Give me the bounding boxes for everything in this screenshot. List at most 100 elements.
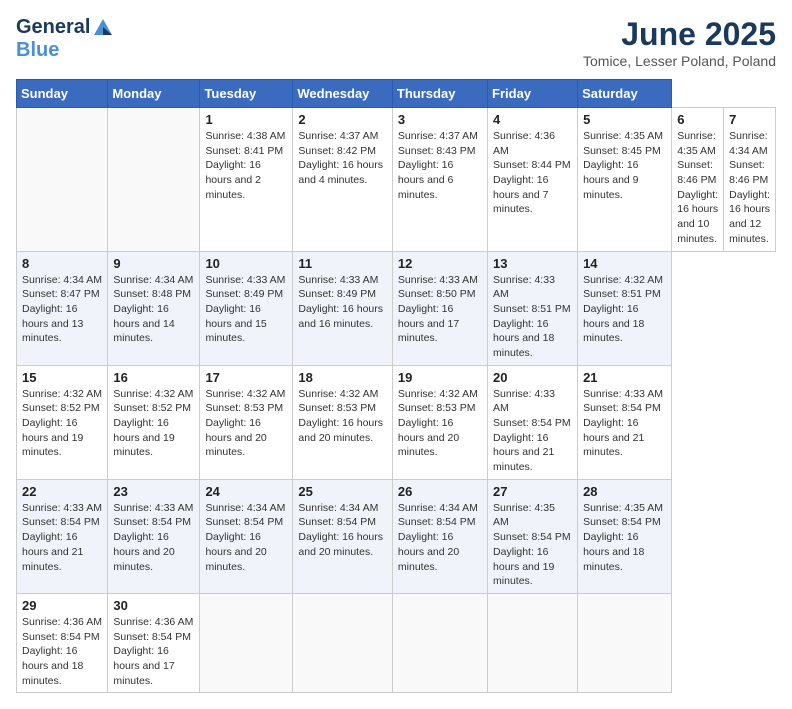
calendar-cell: 13Sunrise: 4:33 AMSunset: 8:51 PMDayligh…	[488, 251, 578, 365]
calendar-cell: 1Sunrise: 4:38 AMSunset: 8:41 PMDaylight…	[200, 108, 293, 252]
calendar-cell: 15Sunrise: 4:32 AMSunset: 8:52 PMDayligh…	[17, 365, 108, 479]
day-info: Sunrise: 4:33 AMSunset: 8:51 PMDaylight:…	[493, 273, 572, 361]
calendar-cell: 19 Sunrise: 4:32 AMSunset: 8:53 PMDayligh…	[392, 365, 487, 479]
calendar-cell: 20 Sunrise: 4:33 AMSunset: 8:54 PMDayligh…	[488, 365, 578, 479]
day-number: 14	[583, 256, 666, 271]
calendar-cell-empty	[17, 108, 108, 252]
logo-text: General Blue	[16, 16, 114, 61]
day-number: 4	[493, 112, 572, 127]
day-info: Sunrise: 4:32 AMSunset: 8:51 PMDaylight:…	[583, 273, 666, 346]
day-number: 2	[298, 112, 387, 127]
day-info: Sunrise: 4:36 AMSunset: 8:54 PMDaylight:…	[113, 615, 194, 688]
day-info: Sunrise: 4:33 AMSunset: 8:54 PMDaylight:…	[113, 501, 194, 574]
day-number: 23	[113, 484, 194, 499]
day-info: Sunrise: 4:32 AMSunset: 8:52 PMDaylight:…	[113, 387, 194, 460]
calendar-cell: 4 Sunrise: 4:36 AMSunset: 8:44 PMDaylight…	[488, 108, 578, 252]
calendar-cell: 11 Sunrise: 4:33 AMSunset: 8:49 PMDayligh…	[293, 251, 393, 365]
calendar-week-row: 22 Sunrise: 4:33 AMSunset: 8:54 PMDayligh…	[17, 479, 776, 593]
day-number: 12	[398, 256, 482, 271]
calendar-cell: 12 Sunrise: 4:33 AMSunset: 8:50 PMDayligh…	[392, 251, 487, 365]
calendar-cell: 7 Sunrise: 4:34 AMSunset: 8:46 PMDaylight…	[724, 108, 776, 252]
day-info: Sunrise: 4:33 AMSunset: 8:49 PMDaylight:…	[205, 273, 287, 346]
calendar-cell	[108, 108, 200, 252]
calendar-cell: 23 Sunrise: 4:33 AMSunset: 8:54 PMDayligh…	[108, 479, 200, 593]
weekday-header: Monday	[108, 80, 200, 108]
day-info: Sunrise: 4:32 AMSunset: 8:53 PMDaylight:…	[398, 387, 482, 460]
day-info: Sunrise: 4:36 AMSunset: 8:54 PMDaylight:…	[22, 615, 102, 688]
day-number: 6	[677, 112, 718, 127]
day-number: 11	[298, 256, 387, 271]
day-info: Sunrise: 4:33 AMSunset: 8:50 PMDaylight:…	[398, 273, 482, 346]
title-block: June 2025 Tomice, Lesser Poland, Poland	[583, 16, 776, 69]
weekday-header: Saturday	[578, 80, 672, 108]
calendar-cell: 26Sunrise: 4:34 AMSunset: 8:54 PMDayligh…	[392, 479, 487, 593]
day-number: 5	[583, 112, 666, 127]
day-info: Sunrise: 4:33 AMSunset: 8:54 PMDaylight:…	[22, 501, 102, 574]
day-number: 10	[205, 256, 287, 271]
day-number: 18	[298, 370, 387, 385]
calendar-cell: 10 Sunrise: 4:33 AMSunset: 8:49 PMDayligh…	[200, 251, 293, 365]
day-info: Sunrise: 4:35 AMSunset: 8:54 PMDaylight:…	[583, 501, 666, 574]
day-number: 3	[398, 112, 482, 127]
day-number: 30	[113, 598, 194, 613]
weekday-header: Wednesday	[293, 80, 393, 108]
day-info: Sunrise: 4:34 AMSunset: 8:54 PMDaylight:…	[398, 501, 482, 574]
calendar-cell: 29Sunrise: 4:36 AMSunset: 8:54 PMDayligh…	[17, 593, 108, 692]
calendar-week-row: 29Sunrise: 4:36 AMSunset: 8:54 PMDayligh…	[17, 593, 776, 692]
day-number: 25	[298, 484, 387, 499]
calendar-cell: 21 Sunrise: 4:33 AMSunset: 8:54 PMDayligh…	[578, 365, 672, 479]
day-number: 20	[493, 370, 572, 385]
day-info: Sunrise: 4:34 AMSunset: 8:47 PMDaylight:…	[22, 273, 102, 346]
calendar-cell: 18 Sunrise: 4:32 AMSunset: 8:53 PMDayligh…	[293, 365, 393, 479]
day-info: Sunrise: 4:34 AMSunset: 8:54 PMDaylight:…	[298, 501, 387, 560]
calendar-cell: 16 Sunrise: 4:32 AMSunset: 8:52 PMDayligh…	[108, 365, 200, 479]
day-number: 9	[113, 256, 194, 271]
day-number: 16	[113, 370, 194, 385]
calendar-cell	[392, 593, 487, 692]
calendar-cell: 17Sunrise: 4:32 AMSunset: 8:53 PMDayligh…	[200, 365, 293, 479]
calendar-table: SundayMondayTuesdayWednesdayThursdayFrid…	[16, 79, 776, 693]
page-header: General Blue June 2025 Tomice, Lesser Po…	[16, 16, 776, 69]
day-number: 27	[493, 484, 572, 499]
day-info: Sunrise: 4:35 AMSunset: 8:45 PMDaylight:…	[583, 129, 666, 202]
day-info: Sunrise: 4:32 AMSunset: 8:53 PMDaylight:…	[205, 387, 287, 460]
day-number: 7	[729, 112, 770, 127]
calendar-cell	[578, 593, 672, 692]
weekday-header: Sunday	[17, 80, 108, 108]
day-info: Sunrise: 4:34 AMSunset: 8:54 PMDaylight:…	[205, 501, 287, 574]
calendar-cell: 9 Sunrise: 4:34 AMSunset: 8:48 PMDaylight…	[108, 251, 200, 365]
day-info: Sunrise: 4:37 AMSunset: 8:43 PMDaylight:…	[398, 129, 482, 202]
weekday-header: Tuesday	[200, 80, 293, 108]
day-info: Sunrise: 4:34 AMSunset: 8:48 PMDaylight:…	[113, 273, 194, 346]
day-info: Sunrise: 4:34 AMSunset: 8:46 PMDaylight:…	[729, 129, 770, 247]
day-number: 22	[22, 484, 102, 499]
calendar-cell: 6 Sunrise: 4:35 AMSunset: 8:46 PMDaylight…	[672, 108, 724, 252]
day-info: Sunrise: 4:37 AMSunset: 8:42 PMDaylight:…	[298, 129, 387, 188]
calendar-cell: 30 Sunrise: 4:36 AMSunset: 8:54 PMDayligh…	[108, 593, 200, 692]
calendar-cell: 22 Sunrise: 4:33 AMSunset: 8:54 PMDayligh…	[17, 479, 108, 593]
day-number: 1	[205, 112, 287, 127]
day-info: Sunrise: 4:32 AMSunset: 8:52 PMDaylight:…	[22, 387, 102, 460]
day-number: 28	[583, 484, 666, 499]
day-info: Sunrise: 4:35 AMSunset: 8:46 PMDaylight:…	[677, 129, 718, 247]
location-title: Tomice, Lesser Poland, Poland	[583, 53, 776, 69]
day-info: Sunrise: 4:33 AMSunset: 8:54 PMDaylight:…	[493, 387, 572, 475]
day-info: Sunrise: 4:33 AMSunset: 8:49 PMDaylight:…	[298, 273, 387, 332]
day-number: 21	[583, 370, 666, 385]
calendar-week-row: 15Sunrise: 4:32 AMSunset: 8:52 PMDayligh…	[17, 365, 776, 479]
calendar-cell	[200, 593, 293, 692]
weekday-header: Thursday	[392, 80, 487, 108]
calendar-cell: 3 Sunrise: 4:37 AMSunset: 8:43 PMDaylight…	[392, 108, 487, 252]
calendar-cell: 27 Sunrise: 4:35 AMSunset: 8:54 PMDayligh…	[488, 479, 578, 593]
day-info: Sunrise: 4:35 AMSunset: 8:54 PMDaylight:…	[493, 501, 572, 589]
day-info: Sunrise: 4:36 AMSunset: 8:44 PMDaylight:…	[493, 129, 572, 217]
calendar-cell: 14 Sunrise: 4:32 AMSunset: 8:51 PMDayligh…	[578, 251, 672, 365]
day-number: 24	[205, 484, 287, 499]
day-number: 19	[398, 370, 482, 385]
calendar-cell: 2 Sunrise: 4:37 AMSunset: 8:42 PMDaylight…	[293, 108, 393, 252]
day-info: Sunrise: 4:33 AMSunset: 8:54 PMDaylight:…	[583, 387, 666, 460]
logo-blue: Blue	[16, 39, 114, 61]
calendar-cell	[488, 593, 578, 692]
day-info: Sunrise: 4:32 AMSunset: 8:53 PMDaylight:…	[298, 387, 387, 446]
calendar-cell: 5 Sunrise: 4:35 AMSunset: 8:45 PMDaylight…	[578, 108, 672, 252]
